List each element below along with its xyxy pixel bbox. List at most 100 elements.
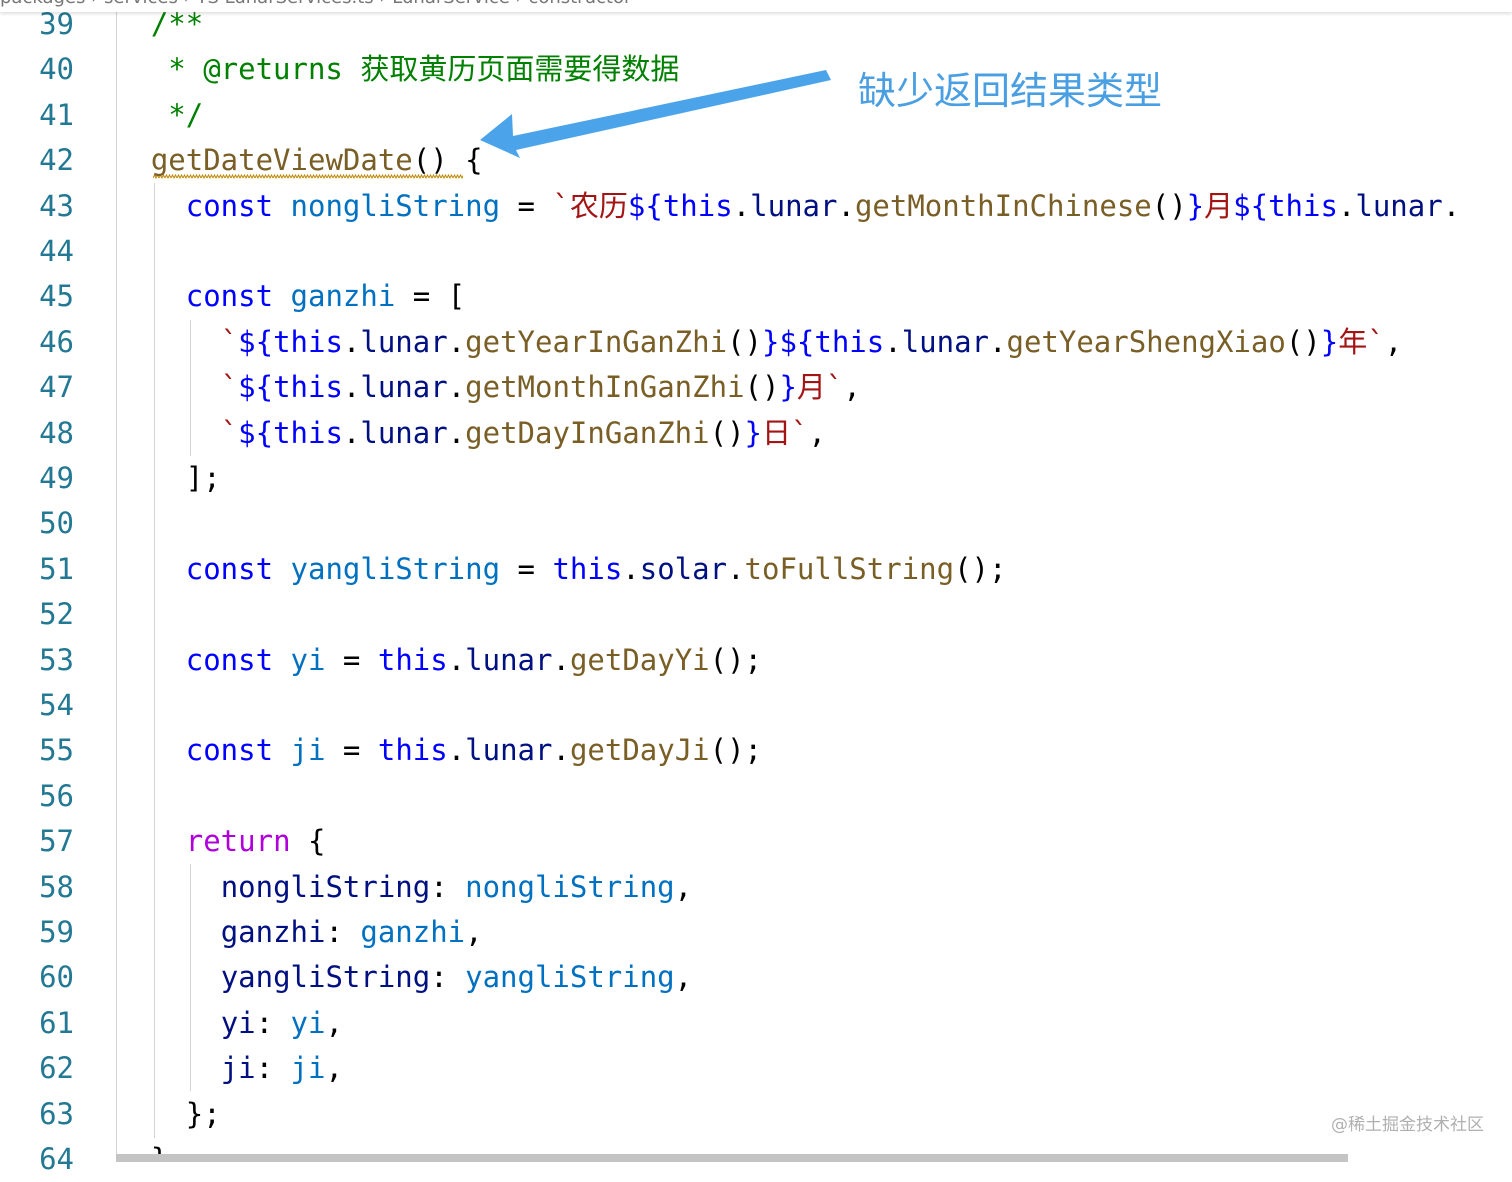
code-token-text: . <box>552 733 570 768</box>
code-line[interactable]: * @returns 获取黄历页面需要得数据 <box>81 47 679 92</box>
code-token-function: getDayJi <box>569 733 710 768</box>
breadcrumb-text[interactable]: packages › services › TS LunarServices.t… <box>0 0 631 8</box>
code-line[interactable]: `${this.lunar.getYearInGanZhi()}${this.l… <box>81 320 1402 365</box>
code-token-keyword: this <box>273 324 343 359</box>
code-token-variable: lunar <box>901 324 990 359</box>
watermark: @稀土掘金技术社区 <box>1331 1115 1484 1135</box>
code-token-declaration: yi <box>290 642 326 677</box>
code-token-declaration: nongliString <box>290 188 501 223</box>
code-line[interactable]: ganzhi: ganzhi, <box>81 910 483 955</box>
code-token-string: ` <box>220 370 239 405</box>
code-line[interactable]: }; <box>81 1092 221 1137</box>
code-token-variable: lunar <box>1355 188 1443 223</box>
code-token-keyword: const <box>185 279 274 314</box>
code-token-text: = <box>500 188 553 223</box>
code-token-text: . <box>884 324 902 359</box>
code-token-keyword: ${ <box>627 188 663 223</box>
code-line[interactable]: return { <box>81 819 326 864</box>
code-token-declaration: yangliString <box>290 551 501 586</box>
code-token-text: () <box>1151 188 1187 223</box>
code-line[interactable]: const ganzhi = [ <box>81 274 465 319</box>
code-token-text: () <box>1285 324 1321 359</box>
code-token-text: , <box>674 960 693 995</box>
code-token-text: . <box>342 324 361 359</box>
code-token-variable: lunar <box>360 370 448 405</box>
code-token-text: (); <box>709 733 763 768</box>
code-line[interactable]: const nongliString = `农历${this.lunar.get… <box>81 184 1460 229</box>
code-token-text: (); <box>954 551 1007 586</box>
code-token-variable: lunar <box>360 324 448 359</box>
code-line[interactable]: ji: ji, <box>81 1046 343 1091</box>
code-token-text: }; <box>81 1096 221 1131</box>
code-line[interactable]: */ <box>81 93 203 138</box>
code-token-variable: lunar <box>360 415 448 450</box>
code-token-function: getDayInGanZhi <box>465 415 710 450</box>
code-token-keyword: const <box>185 188 274 223</box>
code-token-comment: /** <box>150 7 204 41</box>
code-line[interactable]: yi: yi, <box>81 1001 343 1046</box>
horizontal-scrollbar[interactable] <box>116 1154 1348 1162</box>
code-line[interactable]: getDateViewDate() { <box>81 138 483 183</box>
code-token-keyword: } <box>744 415 762 450</box>
code-token-function: getYearInGanZhi <box>465 324 728 359</box>
code-token-text: . <box>837 188 855 223</box>
code-token-text: . <box>552 642 570 677</box>
code-token-declaration: ganzhi <box>360 915 466 949</box>
annotation-label: 缺少返回结果类型 <box>858 69 1163 113</box>
code-token-text: . <box>447 324 466 359</box>
code-editor[interactable]: /** * @returns 获取黄历页面需要得数据 */ getDateVie… <box>0 0 1512 1162</box>
code-token-text: . <box>1337 188 1356 223</box>
code-token-function: getYearShengXiao <box>1006 324 1286 359</box>
code-token-variable: ganzhi <box>220 915 326 949</box>
code-token-keyword: ${ <box>238 415 274 450</box>
breadcrumb[interactable]: packages › services › TS LunarServices.t… <box>0 0 1512 12</box>
code-token-variable: lunar <box>465 642 553 677</box>
code-line[interactable]: yangliString: yangliString, <box>81 955 692 1000</box>
code-token-keyword: this <box>273 415 343 450</box>
code-token-keyword: this <box>1268 188 1338 223</box>
code-token-keyword: const <box>185 642 274 677</box>
code-token-keyword: ${ <box>238 324 274 359</box>
code-token-text: ]; <box>81 461 221 495</box>
code-token-keyword: this <box>377 733 448 768</box>
code-line[interactable]: nongliString: nongliString, <box>81 865 692 910</box>
code-line[interactable]: const yi = this.lunar.getDayYi(); <box>81 638 762 683</box>
code-token-declaration: ji <box>290 1051 326 1086</box>
code-token-text: , <box>674 869 693 904</box>
code-token-text: , <box>843 370 861 405</box>
code-token-text: , <box>465 915 483 949</box>
code-token-declaration: yi <box>290 1005 326 1040</box>
code-token-keyword: } <box>779 370 797 405</box>
code-token-text: . <box>342 415 361 450</box>
code-token-function: getMonthInChinese <box>854 188 1152 223</box>
code-token-text: . <box>447 370 466 405</box>
code-token-text: = <box>325 733 378 768</box>
code-line[interactable]: ]; <box>81 456 221 501</box>
code-token-string: 月` <box>796 370 844 405</box>
code-line[interactable]: `${this.lunar.getDayInGanZhi()}日`, <box>81 411 826 456</box>
code-line[interactable]: const ji = this.lunar.getDayJi(); <box>81 728 762 773</box>
code-token-variable: nongliString <box>220 869 431 904</box>
code-token-function: getDayYi <box>569 642 710 677</box>
code-token-string: 年` <box>1338 324 1385 359</box>
code-token-keyword: this <box>662 188 733 223</box>
code-line[interactable]: `${this.lunar.getMonthInGanZhi()}月`, <box>81 365 861 410</box>
code-token-variable: yi <box>220 1005 256 1040</box>
code-line[interactable]: const yangliString = this.solar.toFullSt… <box>81 547 1007 592</box>
code-token-comment: * @returns 获取黄历页面需要得数据 <box>81 52 680 87</box>
code-token-keyword: const <box>185 551 274 586</box>
code-token-text: () <box>709 415 745 450</box>
code-token-text: = [ <box>395 279 466 314</box>
code-token-text: : <box>255 1005 291 1040</box>
